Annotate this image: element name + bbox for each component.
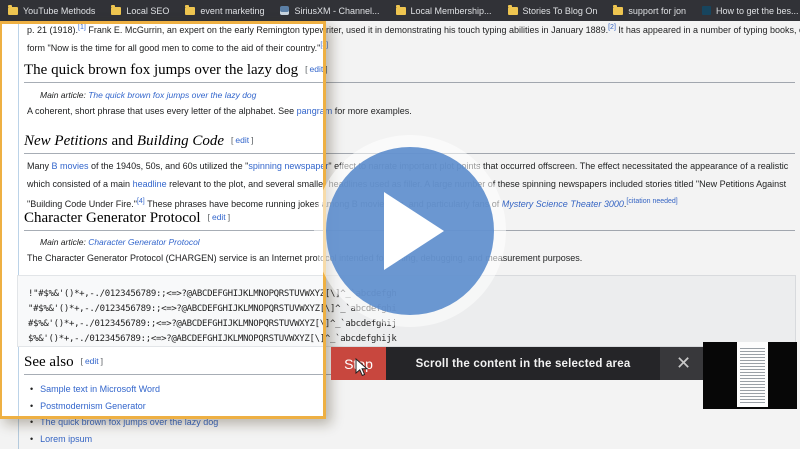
- site-favicon-icon: [702, 6, 711, 15]
- bookmark-label: YouTube Methods: [23, 6, 95, 16]
- mouse-cursor: [355, 358, 368, 377]
- folder-icon: [8, 7, 18, 15]
- folder-icon: [396, 7, 406, 15]
- folder-icon: [613, 7, 623, 15]
- bookmark-item[interactable]: Local Membership...: [396, 0, 492, 21]
- thumbnail-page-strip: [737, 342, 768, 407]
- bookmark-label: Local SEO: [126, 6, 169, 16]
- capture-selection-rectangle[interactable]: [0, 21, 326, 419]
- bookmark-item[interactable]: Local SEO: [111, 0, 169, 21]
- thumbnail-text-lines: [740, 346, 765, 404]
- bookmark-label: event marketing: [200, 6, 264, 16]
- bookmark-item[interactable]: event marketing: [185, 0, 264, 21]
- bookmark-label: SiriusXM - Channel...: [294, 6, 379, 16]
- video-preview-thumbnail[interactable]: [703, 342, 797, 409]
- play-icon: [384, 192, 444, 270]
- close-icon: ✕: [676, 353, 691, 374]
- bookmark-label: Local Membership...: [411, 6, 492, 16]
- play-button[interactable]: [326, 147, 494, 315]
- folder-icon: [185, 7, 195, 15]
- close-button[interactable]: ✕: [660, 347, 707, 380]
- bookmarks-bar: YouTube Methods Local SEO event marketin…: [0, 0, 800, 21]
- folder-icon: [111, 7, 121, 15]
- folder-icon: [508, 7, 518, 15]
- capture-toolbar: Stop Scroll the content in the selected …: [331, 347, 707, 380]
- bookmark-label: Stories To Blog On: [523, 6, 598, 16]
- bookmark-item[interactable]: How to get the bes...: [702, 0, 799, 21]
- bookmark-item[interactable]: YouTube Methods: [8, 0, 95, 21]
- bookmark-item[interactable]: SiriusXM - Channel...: [280, 0, 379, 21]
- bookmark-label: support for jon: [628, 6, 686, 16]
- site-favicon-icon: [280, 6, 289, 15]
- see-also-link[interactable]: Lorem ipsum: [40, 434, 92, 444]
- screen-recording-frame: YouTube Methods Local SEO event marketin…: [0, 0, 800, 449]
- bookmark-label: How to get the bes...: [716, 6, 799, 16]
- toolbar-message: Scroll the content in the selected area: [386, 347, 660, 380]
- list-item: • Lorem ipsum: [30, 431, 218, 448]
- bookmark-item[interactable]: Stories To Blog On: [508, 0, 598, 21]
- bullet: •: [30, 434, 33, 444]
- bookmark-item[interactable]: support for jon: [613, 0, 686, 21]
